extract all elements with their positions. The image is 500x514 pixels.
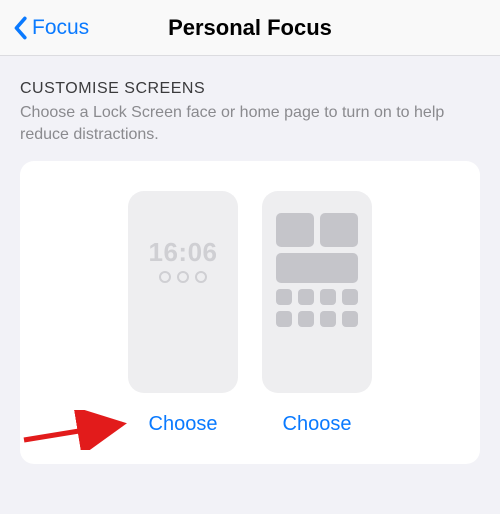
choose-lock-screen-button[interactable]: Choose <box>149 413 218 436</box>
section-description: Choose a Lock Screen face or home page t… <box>20 102 480 145</box>
navbar: Focus Personal Focus <box>0 0 500 56</box>
section-customise-screens: CUSTOMISE SCREENS Choose a Lock Screen f… <box>0 56 500 153</box>
lock-screen-dots <box>128 271 238 283</box>
chevron-left-icon <box>12 16 28 40</box>
back-button[interactable]: Focus <box>12 16 89 40</box>
choose-home-screen-button[interactable]: Choose <box>283 413 352 436</box>
screens-card: 16:06 Choose Choose <box>20 161 480 464</box>
lock-screen-preview[interactable]: 16:06 <box>128 191 238 393</box>
back-label: Focus <box>32 16 89 40</box>
home-screen-preview[interactable] <box>262 191 372 393</box>
home-screen-grid-icon <box>276 213 358 333</box>
section-header: CUSTOMISE SCREENS <box>20 80 480 98</box>
lock-screen-time: 16:06 <box>128 237 238 268</box>
home-screen-preview-col: Choose <box>262 191 372 436</box>
lock-screen-preview-col: 16:06 Choose <box>128 191 238 436</box>
